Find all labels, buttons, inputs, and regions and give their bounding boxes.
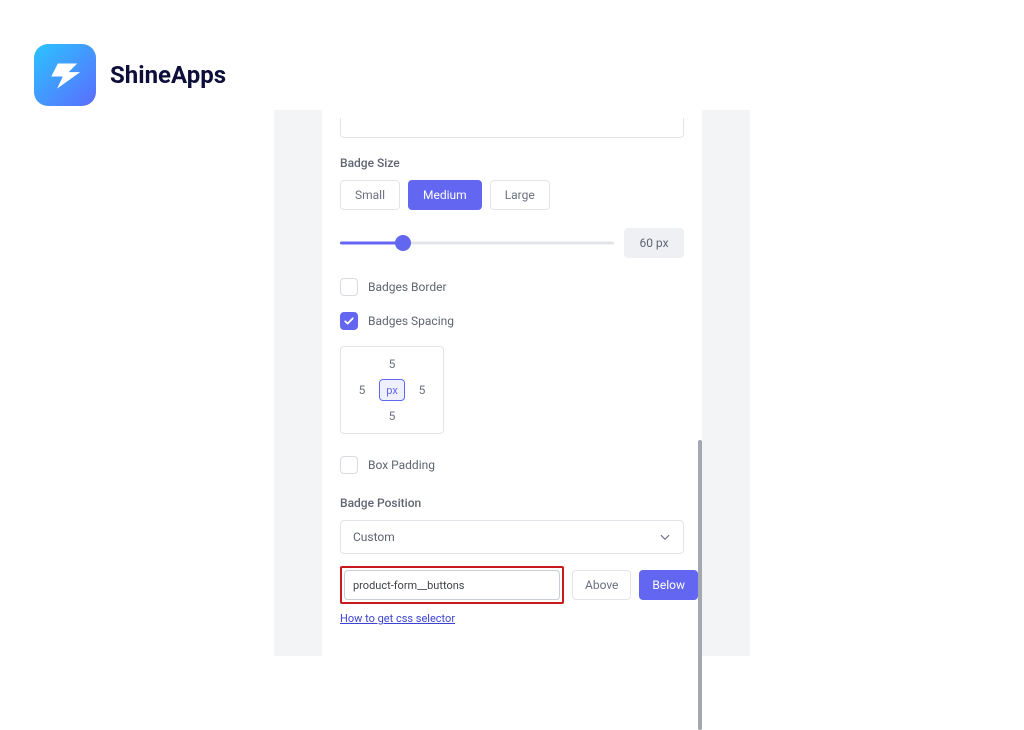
badges-spacing-checkbox[interactable] [340, 312, 358, 330]
badges-spacing-label: Badges Spacing [368, 314, 454, 328]
slider-thumb[interactable] [395, 235, 411, 251]
placement-below-button[interactable]: Below [639, 570, 698, 600]
slider-fill [340, 242, 403, 245]
box-padding-checkbox[interactable] [340, 456, 358, 474]
check-icon [343, 315, 355, 327]
brand-logo-icon [47, 57, 83, 93]
settings-panel: Badge Size Small Medium Large 60 px Badg… [322, 100, 702, 656]
badge-position-label: Badge Position [340, 496, 684, 510]
box-padding-label: Box Padding [368, 458, 435, 472]
selector-input-highlight [340, 566, 564, 604]
spacing-top[interactable]: 5 [385, 357, 399, 371]
box-padding-row: Box Padding [340, 456, 684, 474]
spacing-mid-row: 5 px 5 [355, 379, 429, 401]
badges-spacing-row: Badges Spacing [340, 312, 684, 330]
scrollbar[interactable] [698, 440, 702, 730]
badge-position-value: Custom [353, 530, 395, 544]
spacing-box: 5 5 px 5 5 [340, 346, 444, 434]
spacing-left[interactable]: 5 [355, 383, 369, 397]
size-medium-button[interactable]: Medium [408, 180, 482, 210]
size-large-button[interactable]: Large [490, 180, 550, 210]
brand-logo [34, 44, 96, 106]
badges-border-row: Badges Border [340, 278, 684, 296]
css-selector-input[interactable] [344, 570, 560, 600]
brand: ShineApps [34, 44, 226, 106]
how-to-get-css-selector-link[interactable]: How to get css selector [340, 612, 455, 625]
spacing-right[interactable]: 5 [415, 383, 429, 397]
badge-position-select[interactable]: Custom [340, 520, 684, 554]
brand-name: ShineApps [110, 61, 226, 89]
preview-box-cutoff [340, 118, 684, 138]
size-small-button[interactable]: Small [340, 180, 400, 210]
spacing-unit[interactable]: px [379, 379, 405, 401]
badge-size-slider-row: 60 px [340, 228, 684, 258]
badge-size-slider[interactable] [340, 233, 614, 253]
placement-above-button[interactable]: Above [572, 570, 631, 600]
badge-size-buttons: Small Medium Large [340, 180, 684, 210]
badge-size-label: Badge Size [340, 156, 684, 170]
app-stage: Badge Size Small Medium Large 60 px Badg… [274, 110, 750, 656]
custom-selector-row: Above Below [340, 566, 684, 604]
chevron-down-icon [659, 531, 671, 543]
slider-value: 60 px [624, 228, 684, 258]
badges-border-checkbox[interactable] [340, 278, 358, 296]
badges-border-label: Badges Border [368, 280, 447, 294]
spacing-bottom[interactable]: 5 [385, 409, 399, 423]
